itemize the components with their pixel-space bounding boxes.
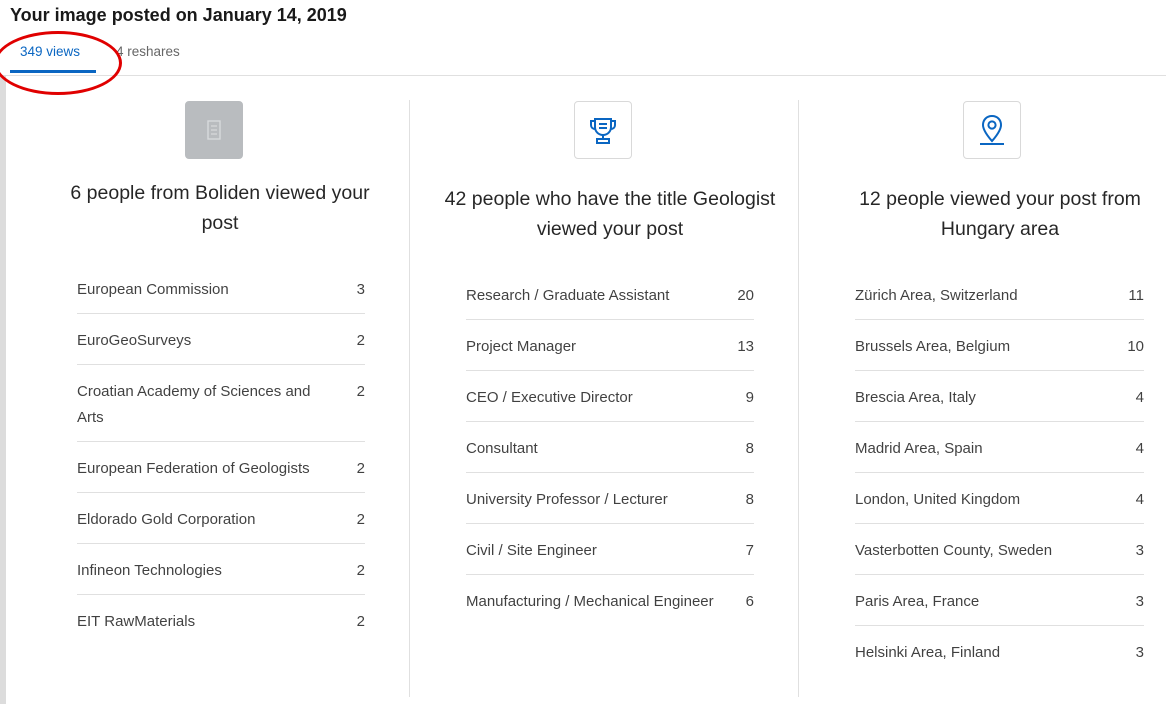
list-item-label: Project Manager xyxy=(466,338,577,355)
list-item[interactable]: Project Manager 13 xyxy=(466,320,754,371)
list-item[interactable]: Infineon Technologies 2 xyxy=(77,544,365,595)
column-divider xyxy=(798,100,799,697)
list-item-label: Consultant xyxy=(466,440,538,457)
list-item[interactable]: Brescia Area, Italy 4 xyxy=(855,371,1144,422)
list-item[interactable]: Eldorado Gold Corporation 2 xyxy=(77,493,365,544)
list-item[interactable]: Croatian Academy of Sciences and Arts 2 xyxy=(77,365,365,442)
list-item-label: CEO / Executive Director xyxy=(466,389,633,406)
list-item-label: Research / Graduate Assistant xyxy=(466,287,670,304)
active-tab-indicator xyxy=(10,70,96,73)
list-item-label: Paris Area, France xyxy=(855,593,980,610)
company-list: European Commission 3 EuroGeoSurveys 2 Cro… xyxy=(77,273,365,645)
list-item[interactable]: Vasterbotten County, Sweden 3 xyxy=(855,524,1144,575)
list-item-label: Manufacturing / Mechanical Engineer xyxy=(466,593,714,610)
list-item-count: 2 xyxy=(356,511,365,528)
page-title: Your image posted on January 14, 2019 xyxy=(10,5,347,25)
list-item-count: 4 xyxy=(1135,440,1144,457)
list-item-count: 3 xyxy=(1135,542,1144,559)
list-item-label: London, United Kingdom xyxy=(855,491,1021,508)
list-item-count: 8 xyxy=(745,491,754,508)
list-item[interactable]: Brussels Area, Belgium 10 xyxy=(855,320,1144,371)
list-item-count: 9 xyxy=(745,389,754,406)
list-item-label: Brescia Area, Italy xyxy=(855,389,976,406)
trophy-icon xyxy=(574,101,632,159)
list-item-label: Infineon Technologies xyxy=(77,562,222,579)
list-item-count: 2 xyxy=(356,383,365,400)
list-item-label: Eldorado Gold Corporation xyxy=(77,511,256,528)
list-item[interactable]: CEO / Executive Director 9 xyxy=(466,371,754,422)
list-item-count: 3 xyxy=(356,281,365,298)
list-item-label: Civil / Site Engineer xyxy=(466,542,597,559)
list-item[interactable]: Helsinki Area, Finland 3 xyxy=(855,626,1144,676)
list-item-label: Croatian Academy of Sciences and Arts xyxy=(77,383,311,426)
list-item-count: 2 xyxy=(356,460,365,477)
list-item-count: 2 xyxy=(356,332,365,349)
list-item[interactable]: European Federation of Geologists 2 xyxy=(77,442,365,493)
list-item-count: 3 xyxy=(1135,644,1144,661)
list-item[interactable]: Consultant 8 xyxy=(466,422,754,473)
tab-reshares[interactable]: 4 reshares xyxy=(116,44,180,59)
list-item[interactable]: London, United Kingdom 4 xyxy=(855,473,1144,524)
list-item-count: 7 xyxy=(745,542,754,559)
list-item-count: 8 xyxy=(745,440,754,457)
list-item-label: Madrid Area, Spain xyxy=(855,440,983,457)
tab-bar: 349 views 4 reshares xyxy=(0,40,1166,76)
list-item-label: European Commission xyxy=(77,281,229,298)
list-item[interactable]: Zürich Area, Switzerland 11 xyxy=(855,279,1144,320)
list-item-count: 13 xyxy=(737,338,754,355)
list-item[interactable]: University Professor / Lecturer 8 xyxy=(466,473,754,524)
list-item[interactable]: Manufacturing / Mechanical Engineer 6 xyxy=(466,575,754,625)
title-heading: 42 people who have the title Geologist v… xyxy=(444,188,776,240)
list-item-label: EIT RawMaterials xyxy=(77,613,196,630)
list-item-count: 2 xyxy=(356,613,365,630)
list-item-count: 11 xyxy=(1128,287,1144,304)
list-item[interactable]: EuroGeoSurveys 2 xyxy=(77,314,365,365)
list-item-count: 20 xyxy=(737,287,754,304)
location-pin-icon xyxy=(963,101,1021,159)
location-list: Zürich Area, Switzerland 11 Brussels Area… xyxy=(855,279,1144,676)
company-heading: 6 people from Boliden viewed your post xyxy=(70,182,370,234)
list-item[interactable]: Research / Graduate Assistant 20 xyxy=(466,279,754,320)
left-edge-strip xyxy=(0,75,6,704)
list-item-count: 2 xyxy=(356,562,365,579)
list-item-label: Brussels Area, Belgium xyxy=(855,338,1011,355)
column-divider xyxy=(409,100,410,697)
list-item-count: 3 xyxy=(1135,593,1144,610)
list-item-label: EuroGeoSurveys xyxy=(77,332,192,349)
list-item-count: 10 xyxy=(1127,338,1144,355)
list-item-count: 6 xyxy=(745,593,754,610)
list-item-label: Vasterbotten County, Sweden xyxy=(855,542,1053,559)
list-item[interactable]: Paris Area, France 3 xyxy=(855,575,1144,626)
title-list: Research / Graduate Assistant 20 Project … xyxy=(466,279,754,625)
list-item-label: European Federation of Geologists xyxy=(77,460,310,477)
building-icon xyxy=(185,101,243,159)
list-item-count: 4 xyxy=(1135,491,1144,508)
list-item[interactable]: Civil / Site Engineer 7 xyxy=(466,524,754,575)
list-item[interactable]: European Commission 3 xyxy=(77,273,365,314)
tab-views[interactable]: 349 views xyxy=(20,44,80,59)
list-item[interactable]: Madrid Area, Spain 4 xyxy=(855,422,1144,473)
list-item-count: 4 xyxy=(1135,389,1144,406)
list-item-label: Zürich Area, Switzerland xyxy=(855,287,1018,304)
location-heading: 12 people viewed your post from Hungary … xyxy=(859,188,1141,240)
list-item-label: University Professor / Lecturer xyxy=(466,491,668,508)
list-item-label: Helsinki Area, Finland xyxy=(855,644,1001,661)
list-item[interactable]: EIT RawMaterials 2 xyxy=(77,595,365,645)
